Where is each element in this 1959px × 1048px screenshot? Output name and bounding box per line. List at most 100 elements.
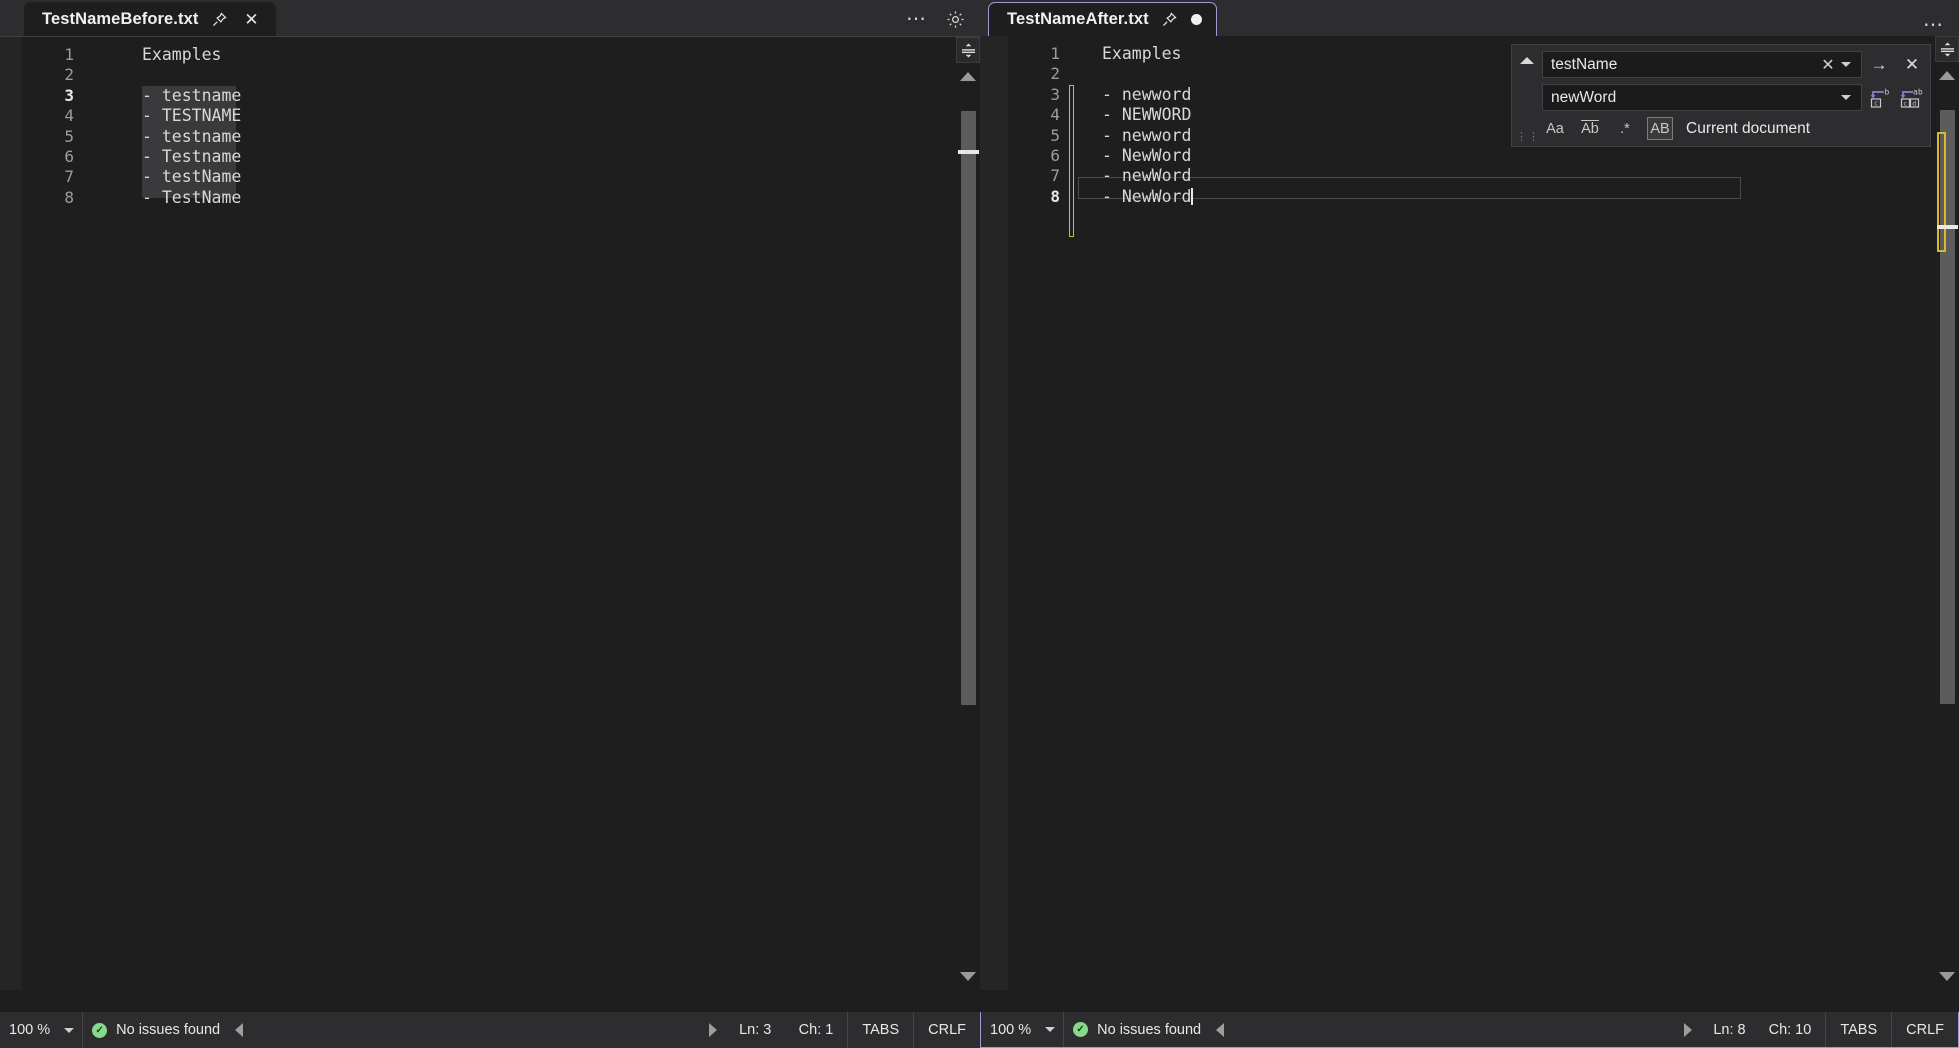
code-line-text: - NewWord xyxy=(1102,187,1191,206)
code-line[interactable]: - TestName xyxy=(92,188,956,208)
line-number: 5 xyxy=(1008,126,1066,146)
line-number: 5 xyxy=(22,127,80,147)
zoom-level: 100 % xyxy=(9,1022,50,1038)
hscroll-spacer-right xyxy=(980,990,1959,1012)
line-number: 3 xyxy=(22,86,80,106)
code-line[interactable]: - testName xyxy=(92,167,956,187)
visual-studio-window: TestNameBefore.txt ✕ ⋯ xyxy=(0,0,1959,1048)
pin-icon[interactable] xyxy=(208,8,230,30)
chevron-down-icon[interactable] xyxy=(1841,95,1851,100)
clear-icon[interactable]: ✕ xyxy=(1819,55,1837,75)
find-replace-panel[interactable]: testName ✕ → ✕ newWord b xyxy=(1511,44,1931,147)
line-number: 7 xyxy=(1008,166,1066,186)
line-number: 2 xyxy=(1008,64,1066,84)
chevron-down-icon[interactable] xyxy=(1841,62,1851,67)
code-line[interactable]: Examples xyxy=(92,45,956,65)
editor-left[interactable]: 1 2 3 4 5 6 7 8 Examples - testname - TE… xyxy=(0,36,980,990)
line-number: 3 xyxy=(1008,85,1066,105)
vertical-scrollbar-left[interactable] xyxy=(956,37,980,990)
line-number: 4 xyxy=(1008,105,1066,125)
split-view-icon[interactable] xyxy=(956,37,980,63)
chevron-down-icon[interactable] xyxy=(1045,1027,1055,1032)
issues-indicator-right[interactable]: ✓ No issues found xyxy=(1064,1012,1210,1047)
tab-title: TestNameAfter.txt xyxy=(1007,10,1149,29)
hscroll-right-arrow[interactable] xyxy=(1684,1023,1692,1037)
unsaved-dot-icon[interactable] xyxy=(1191,14,1202,25)
statusbar-right: 100 % ✓ No issues found Ln: 8 Ch: 10 TAB… xyxy=(980,1012,1959,1048)
ellipsis-icon[interactable]: ⋯ xyxy=(906,14,928,24)
eol-value: CRLF xyxy=(928,1022,966,1038)
eol-value: CRLF xyxy=(1906,1022,1944,1038)
pin-icon[interactable] xyxy=(1159,9,1181,31)
code-area-right[interactable]: Examples - newword - NEWWORD - newword -… xyxy=(1078,36,1935,990)
code-line[interactable]: - testname xyxy=(92,86,956,106)
scroll-down-arrow[interactable] xyxy=(960,972,976,981)
find-value: testName xyxy=(1551,56,1819,74)
gear-icon[interactable] xyxy=(944,8,966,30)
code-line[interactable] xyxy=(92,65,956,85)
scroll-down-arrow[interactable] xyxy=(1939,972,1955,981)
indent-value: TABS xyxy=(862,1022,899,1038)
search-scope-label[interactable]: Current document xyxy=(1682,120,1810,138)
zoom-control-right[interactable]: 100 % xyxy=(981,1012,1064,1047)
use-regex-icon[interactable]: .* xyxy=(1612,117,1638,140)
replace-input[interactable]: newWord xyxy=(1542,84,1862,111)
collapse-toggle[interactable] xyxy=(1516,51,1538,140)
split-view-icon[interactable] xyxy=(1935,36,1959,62)
match-whole-word-icon[interactable]: Ab xyxy=(1577,117,1603,140)
line-number: 4 xyxy=(22,106,80,126)
close-icon[interactable]: ✕ xyxy=(240,8,262,30)
code-line[interactable]: - newWord xyxy=(1078,166,1935,186)
find-row: testName ✕ → ✕ xyxy=(1542,51,1922,78)
search-in-comments-icon[interactable]: AB xyxy=(1647,117,1673,140)
chevron-up-icon[interactable] xyxy=(1520,57,1534,64)
line-number: 1 xyxy=(22,45,80,65)
resize-grip[interactable]: ⋮⋮ xyxy=(1516,130,1540,143)
horizontal-scrollbar-left[interactable] xyxy=(229,1012,723,1048)
code-line[interactable]: - testname xyxy=(92,127,956,147)
match-case-icon[interactable]: Aa xyxy=(1542,117,1568,140)
scroll-thumb[interactable] xyxy=(961,111,976,705)
indent-mode-right[interactable]: TABS xyxy=(1825,1012,1891,1047)
editor-pane-left: TestNameBefore.txt ✕ ⋯ xyxy=(0,0,980,1048)
svg-text:b: b xyxy=(1885,87,1890,96)
scroll-position-marker xyxy=(958,150,979,154)
eol-mode-right[interactable]: CRLF xyxy=(1891,1012,1958,1047)
code-line[interactable]: - NewWord xyxy=(1078,146,1935,166)
hscroll-track[interactable] xyxy=(1228,1019,1679,1041)
editor-right[interactable]: 1 2 3 4 5 6 7 8 Examples - newword - NEW… xyxy=(980,36,1959,990)
hscroll-left-arrow[interactable] xyxy=(1216,1023,1224,1037)
hscroll-left-arrow[interactable] xyxy=(235,1023,243,1037)
replace-all-icon[interactable]: ab c d xyxy=(1898,86,1922,110)
close-icon[interactable]: ✕ xyxy=(1902,55,1922,75)
hscroll-track[interactable] xyxy=(247,1019,705,1041)
issues-indicator-left[interactable]: ✓ No issues found xyxy=(83,1012,229,1048)
hscroll-spacer-left xyxy=(0,990,980,1012)
find-next-icon[interactable]: → xyxy=(1868,55,1890,75)
code-line-current[interactable]: - NewWord xyxy=(1078,187,1935,207)
zoom-control-left[interactable]: 100 % xyxy=(0,1012,83,1048)
vertical-scrollbar-right[interactable] xyxy=(1935,36,1959,990)
selection-margin-right xyxy=(980,36,1008,990)
eol-mode-left[interactable]: CRLF xyxy=(913,1012,980,1048)
hscroll-right-arrow[interactable] xyxy=(709,1023,717,1037)
scroll-up-arrow[interactable] xyxy=(1939,71,1955,80)
code-line[interactable]: - TESTNAME xyxy=(92,106,956,126)
find-input[interactable]: testName ✕ xyxy=(1542,51,1862,78)
char-value: Ch: 10 xyxy=(1769,1022,1812,1038)
tab-testnameafter[interactable]: TestNameAfter.txt xyxy=(988,2,1217,36)
tab-testnamebefore[interactable]: TestNameBefore.txt ✕ xyxy=(24,2,276,36)
ellipsis-icon[interactable]: ⋯ xyxy=(1923,20,1945,30)
scroll-up-arrow[interactable] xyxy=(960,72,976,81)
line-number: 1 xyxy=(1008,44,1066,64)
line-indicator-left: Ln: 3 xyxy=(723,1012,785,1048)
horizontal-scrollbar-right[interactable] xyxy=(1210,1012,1697,1047)
indent-mode-left[interactable]: TABS xyxy=(847,1012,913,1048)
replace-next-icon[interactable]: b c xyxy=(1868,86,1892,110)
issues-label: No issues found xyxy=(116,1022,220,1038)
chevron-down-icon[interactable] xyxy=(64,1028,74,1033)
whole-word-glyph: Ab xyxy=(1581,121,1599,137)
line-number: 8 xyxy=(22,188,80,208)
code-area-left[interactable]: Examples - testname - TESTNAME - testnam… xyxy=(92,37,956,990)
code-line[interactable]: - Testname xyxy=(92,147,956,167)
